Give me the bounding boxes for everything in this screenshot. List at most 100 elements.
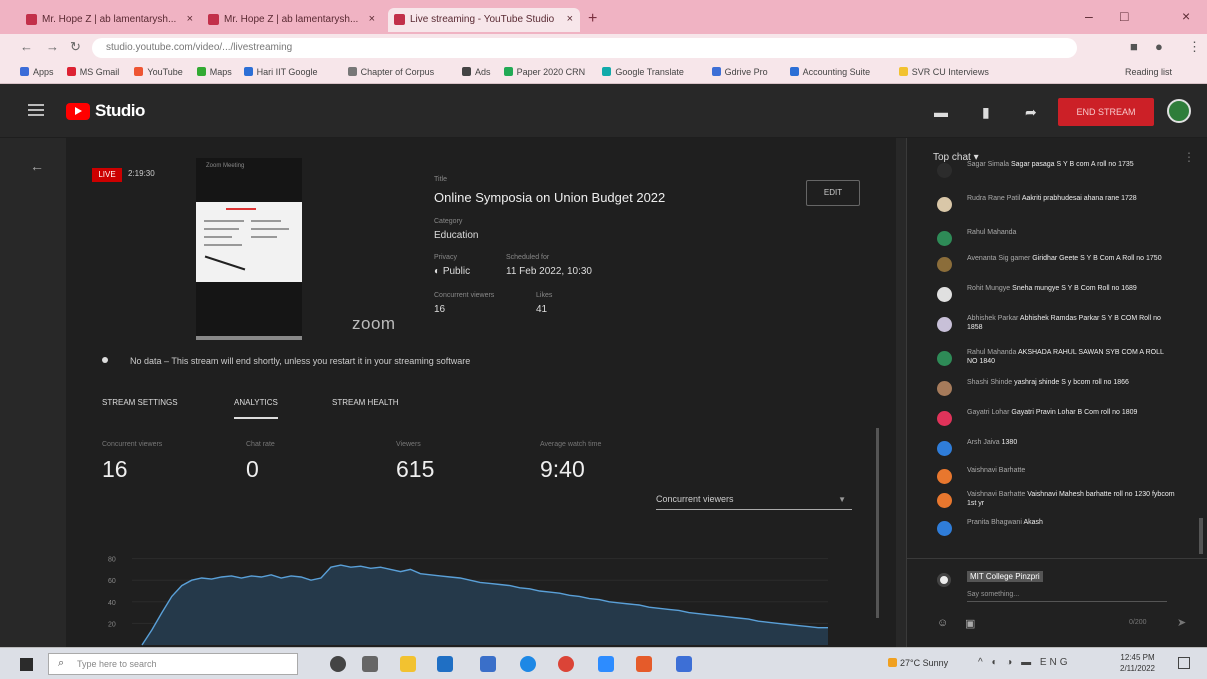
share-icon[interactable]: ➦ xyxy=(1025,104,1037,121)
bookmark-item[interactable]: Gdrive Pro xyxy=(711,67,768,77)
browser-tab[interactable]: Mr. Hope Z | ab lamentarysh... × xyxy=(202,8,382,32)
new-tab-button[interactable]: + xyxy=(588,10,597,28)
minimize-icon[interactable]: – xyxy=(1085,8,1093,24)
store-icon[interactable] xyxy=(437,656,453,672)
main-scrollbar[interactable] xyxy=(876,428,879,618)
more-options-icon[interactable]: ⋮ xyxy=(1183,150,1195,164)
back-arrow-icon[interactable]: ← xyxy=(20,39,33,54)
bookmark-item[interactable]: Hari IIT Google xyxy=(243,67,317,77)
menu-icon[interactable] xyxy=(28,104,44,116)
no-data-notice: No data – This stream will end shortly, … xyxy=(102,356,470,366)
browser-tab[interactable]: Mr. Hope Z | ab lamentarysh... × xyxy=(20,8,200,32)
bookmark-icon[interactable]: ▮ xyxy=(982,104,990,121)
mail-icon[interactable] xyxy=(480,656,496,672)
youtube-logo-icon[interactable] xyxy=(66,103,90,120)
send-icon[interactable]: ➤ xyxy=(1177,616,1186,629)
bookmark-item[interactable]: YouTube xyxy=(134,67,183,77)
close-tab-icon[interactable]: × xyxy=(567,13,573,25)
chat-message[interactable]: Shashi Shinde yashraj shinde S y bcom ro… xyxy=(933,378,1178,408)
scheduled-label: Scheduled for xyxy=(506,254,550,261)
chat-message-body: Avenanta Sig gamer Giridhar Geete S Y B … xyxy=(967,254,1175,263)
close-tab-icon[interactable]: × xyxy=(369,13,375,25)
extension-icon[interactable]: ■ xyxy=(1130,39,1138,54)
emoji-icon[interactable]: ☺ xyxy=(937,617,948,629)
chat-message-body: Rudra Rane Patil Aakriti prabhudesai aha… xyxy=(967,194,1175,203)
reading-list[interactable]: Reading list xyxy=(1125,67,1172,77)
bookmark-item[interactable]: SVR CU Interviews xyxy=(898,67,989,77)
stream-preview[interactable]: Zoom Meeting xyxy=(196,158,302,340)
windows-start-icon[interactable] xyxy=(20,658,33,671)
bookmarks-bar: Apps MS Gmail YouTube Maps Hari IIT Google Ch… xyxy=(0,62,1207,84)
chat-message[interactable]: Rahul Mahanda AKSHADA RAHUL SAWAN SYB CO… xyxy=(933,348,1178,378)
tab-stream-settings[interactable]: STREAM SETTINGS xyxy=(102,398,178,407)
chat-message[interactable]: Gayatri Lohar Gayatri Pravin Lohar B Com… xyxy=(933,408,1178,438)
back-arrow-icon[interactable]: ← xyxy=(30,158,44,174)
concurrent-value: 16 xyxy=(434,304,446,315)
bookmark-item[interactable]: Apps xyxy=(20,67,54,77)
forward-arrow-icon[interactable]: → xyxy=(46,39,59,54)
chat-author: Vaishnavi Barhatte xyxy=(967,491,1026,498)
chat-message[interactable]: Avenanta Sig gamer Giridhar Geete S Y B … xyxy=(933,254,1178,284)
live-chat-panel: Top chat ▾ ⋮ Sagar Simala Sagar pasaga S… xyxy=(906,138,1207,647)
close-window-icon[interactable]: × xyxy=(1182,8,1190,24)
notification-icon[interactable] xyxy=(1178,657,1190,669)
bookmark-item[interactable]: Google Translate xyxy=(602,67,684,77)
menu-dots-icon[interactable]: ⋮ xyxy=(1188,39,1201,55)
bookmark-item[interactable]: Accounting Suite xyxy=(789,67,870,77)
metric-dropdown[interactable]: Concurrent viewers ▼ xyxy=(656,490,852,510)
chat-avatar xyxy=(937,469,952,484)
clock[interactable]: 12:45 PM 2/11/2022 xyxy=(1120,652,1155,674)
chat-message[interactable]: Pranita Bhagwani Akash xyxy=(933,518,1178,548)
clock-time: 12:45 PM xyxy=(1120,653,1155,662)
maximize-icon[interactable]: □ xyxy=(1120,8,1128,24)
chat-message[interactable]: Arsh Jaiva 1380 xyxy=(933,438,1178,468)
chat-message[interactable]: Sagar Simala Sagar pasaga S Y B com A ro… xyxy=(933,160,1178,190)
chat-message[interactable]: Rudra Rane Patil Aakriti prabhudesai aha… xyxy=(933,194,1178,224)
chat-scrollbar[interactable] xyxy=(1199,518,1203,554)
close-tab-icon[interactable]: × xyxy=(187,13,193,25)
chat-author: Shashi Shinde xyxy=(967,379,1013,386)
screen: Mr. Hope Z | ab lamentarysh... × Mr. Hop… xyxy=(0,0,1207,679)
bookmark-icon xyxy=(711,67,721,76)
browser-tab-active[interactable]: Live streaming - YouTube Studio × xyxy=(388,8,580,32)
reload-icon[interactable]: ↻ xyxy=(70,39,81,55)
chevron-down-icon: ▼ xyxy=(838,495,846,504)
preview-document xyxy=(196,202,302,282)
weather-widget[interactable]: 27°C Sunny xyxy=(888,658,948,668)
y-tick-label: 60 xyxy=(108,578,116,585)
chat-input[interactable]: Say something... xyxy=(967,591,1167,602)
tab-analytics[interactable]: ANALYTICS xyxy=(234,398,278,419)
chat-text: Akash xyxy=(1023,519,1043,526)
task-view-icon[interactable] xyxy=(362,656,378,672)
tab-stream-health[interactable]: STREAM HEALTH xyxy=(332,398,399,407)
live-duration: 2:19:30 xyxy=(128,169,155,178)
clapperboard-icon[interactable]: ▬ xyxy=(934,104,948,120)
money-icon[interactable]: ▣ xyxy=(965,617,975,630)
file-explorer-icon[interactable] xyxy=(400,656,416,672)
edit-button[interactable]: EDIT xyxy=(806,180,860,206)
taskbar-search[interactable]: ⌕ Type here to search xyxy=(48,653,298,675)
zoom-icon[interactable] xyxy=(598,656,614,672)
system-tray[interactable]: ^ ◐ ◑ ▬ ENG xyxy=(978,657,1071,668)
sun-icon xyxy=(888,658,897,667)
stat-value: 16 xyxy=(102,456,128,482)
profile-icon[interactable]: ● xyxy=(1155,39,1163,54)
bookmark-item[interactable]: Ads xyxy=(462,67,491,77)
stream-category: Education xyxy=(434,230,479,241)
bookmark-item[interactable]: Chapter of Corpus xyxy=(347,67,434,77)
edge-icon[interactable] xyxy=(520,656,536,672)
bookmark-item[interactable]: Maps xyxy=(196,67,232,77)
bookmark-item[interactable]: MS Gmail xyxy=(66,67,119,77)
chrome-icon[interactable] xyxy=(558,656,574,672)
url-field[interactable]: studio.youtube.com/video/.../livestreami… xyxy=(92,38,1077,58)
word-icon[interactable] xyxy=(676,656,692,672)
cortana-icon[interactable] xyxy=(330,656,346,672)
bookmark-item[interactable]: Paper 2020 CRN xyxy=(503,67,585,77)
powerpoint-icon[interactable] xyxy=(636,656,652,672)
account-avatar[interactable] xyxy=(1167,99,1191,123)
end-stream-button[interactable]: END STREAM xyxy=(1058,98,1154,126)
chat-message[interactable]: Rohit Mungye Sneha mungye S Y B Com Roll… xyxy=(933,284,1178,314)
chat-message[interactable]: Abhishek Parkar Abhishek Ramdas Parkar S… xyxy=(933,314,1178,344)
chat-message[interactable]: Vaishnavi Barhatte Vaishnavi Mahesh barh… xyxy=(933,490,1178,520)
left-rail: ← xyxy=(0,138,66,679)
